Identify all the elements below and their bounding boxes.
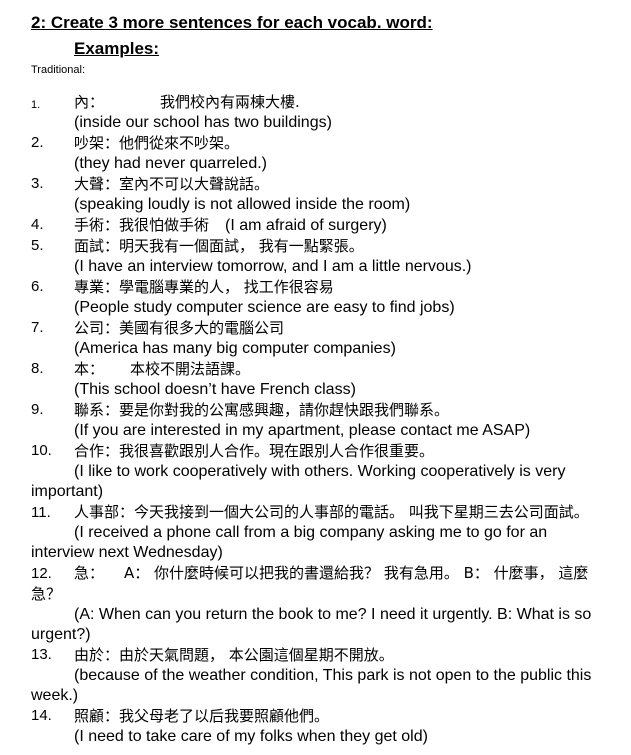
english-translation: (they had never quarreled.): [74, 155, 267, 172]
english-translation: (A: When can you return the book to me? …: [31, 606, 592, 643]
english-translation: (I like to work cooperatively with other…: [31, 463, 566, 500]
item-number: 8.: [31, 360, 44, 377]
chinese-sentence: 美國有很多大的電腦公司: [119, 319, 285, 337]
document-page: 2: Create 3 more sentences for each voca…: [0, 0, 631, 755]
vocab-word: 大聲：: [74, 175, 120, 193]
item-number: 9.: [31, 401, 44, 418]
list-item: 9. 聯系：要是你對我的公寓感興趣，請你趕快跟我們聯系。 (If you are…: [31, 400, 611, 441]
list-item: 2. 吵架：他們從來不吵架。 (they had never quarreled…: [31, 133, 611, 174]
chinese-sentence: 我很怕做手術: [119, 216, 210, 234]
list-item: 13. 由於：由於天氣問題， 本公園這個星期不開放。 (because of t…: [31, 645, 611, 706]
vocab-word: 公司：: [74, 319, 120, 337]
chinese-sentence: 由於天氣問題， 本公園這個星期不開放。: [119, 646, 394, 664]
vocab-word: 專業：: [74, 278, 120, 296]
vocab-word: 面試：: [74, 237, 120, 255]
vocab-list: 1. 內： 我們校內有兩棟大樓. (inside our school has t…: [31, 92, 611, 747]
list-item: 6. 專業：學電腦專業的人， 找工作很容易 (People study comp…: [31, 277, 611, 318]
vocab-word: 聯系：: [74, 401, 120, 419]
chinese-sentence: 室內不可以大聲說話。: [119, 175, 270, 193]
examples-label: Examples:: [74, 39, 160, 58]
section-heading: 2: Create 3 more sentences for each voca…: [31, 13, 433, 32]
english-translation: (inside our school has two buildings): [74, 114, 332, 131]
list-item: 8. 本： 本校不開法語課。 (This school doesn’t have …: [31, 359, 611, 400]
english-translation: (People study computer science are easy …: [74, 299, 455, 316]
english-translation: (If you are interested in my apartment, …: [74, 422, 531, 439]
list-item: 14. 照顧：我父母老了以后我要照顧他們。 (I need to take ca…: [31, 706, 611, 747]
item-number: 14.: [31, 707, 52, 724]
chinese-sentence: 我們校內有兩棟大樓.: [160, 93, 300, 111]
item-number: 5.: [31, 237, 44, 254]
list-item: 10. 合作：我很喜歡跟別人合作。現在跟別人合作很重要。 (I like to …: [31, 441, 611, 502]
item-number: 3.: [31, 175, 44, 192]
list-item: 4. 手術：我很怕做手術 (I am afraid of surgery): [31, 215, 611, 236]
vocab-word: 手術：: [74, 216, 120, 234]
english-translation: (America has many big computer companies…: [74, 340, 396, 357]
vocab-word: 由於：: [74, 646, 120, 664]
chinese-sentence: A： 你什麼時候可以把我的書還給我？ 我有急用。 B： 什麼事， 這麼急？: [31, 564, 589, 603]
list-item: 5. 面試：明天我有一個面試， 我有一點緊張。 (I have an inter…: [31, 236, 611, 277]
chinese-sentence: 他們從來不吵架。: [119, 134, 240, 152]
vocab-word: 人事部：: [74, 503, 135, 521]
chinese-sentence: 今天我接到一個大公司的人事部的電話。 叫我下星期三去公司面試。: [134, 503, 589, 521]
item-number: 4.: [31, 216, 44, 233]
vocab-word: 合作：: [74, 442, 120, 460]
list-item: 3. 大聲：室內不可以大聲說話。 (speaking loudly is not…: [31, 174, 611, 215]
item-number: 13.: [31, 646, 52, 663]
vocab-word: 照顧：: [74, 707, 120, 725]
english-translation: (I have an interview tomorrow, and I am …: [74, 258, 472, 275]
list-item: 1. 內： 我們校內有兩棟大樓. (inside our school has t…: [31, 92, 611, 133]
chinese-sentence: 本校不開法語課。: [130, 360, 251, 378]
vocab-word: 內：: [74, 93, 105, 111]
chinese-sentence: 明天我有一個面試， 我有一點緊張。: [119, 237, 364, 255]
item-number: 12.: [31, 565, 52, 582]
item-number: 1.: [31, 99, 41, 111]
list-item: 11. 人事部：今天我接到一個大公司的人事部的電話。 叫我下星期三去公司面試。 (…: [31, 502, 611, 563]
vocab-word: 吵架：: [74, 134, 120, 152]
english-translation: (I received a phone call from a big comp…: [31, 524, 548, 561]
list-item: 7. 公司：美國有很多大的電腦公司 (America has many big …: [31, 318, 611, 359]
english-translation: (speaking loudly is not allowed inside t…: [74, 196, 411, 213]
item-number: 10.: [31, 442, 52, 459]
item-number: 11.: [31, 504, 51, 521]
item-number: 6.: [31, 278, 44, 295]
chinese-sentence: 我父母老了以后我要照顧他們。: [119, 707, 330, 725]
item-number: 2.: [31, 134, 44, 151]
item-number: 7.: [31, 319, 44, 336]
chinese-sentence: 我很喜歡跟別人合作。現在跟別人合作很重要。: [119, 442, 435, 460]
chinese-sentence: 要是你對我的公寓感興趣，請你趕快跟我們聯系。: [119, 401, 450, 419]
vocab-word: 急：: [74, 564, 105, 582]
script-label: Traditional:: [31, 64, 86, 76]
list-item: 12. 急： A： 你什麼時候可以把我的書還給我？ 我有急用。 B： 什麼事， 這麼…: [31, 563, 611, 645]
english-translation: (This school doesn’t have French class): [74, 381, 356, 398]
english-translation: (because of the weather condition, This …: [31, 667, 592, 704]
english-translation: (I need to take care of my folks when th…: [74, 728, 428, 745]
english-translation: (I am afraid of surgery): [225, 217, 387, 234]
vocab-word: 本：: [74, 360, 105, 378]
chinese-sentence: 學電腦專業的人， 找工作很容易: [119, 278, 334, 296]
